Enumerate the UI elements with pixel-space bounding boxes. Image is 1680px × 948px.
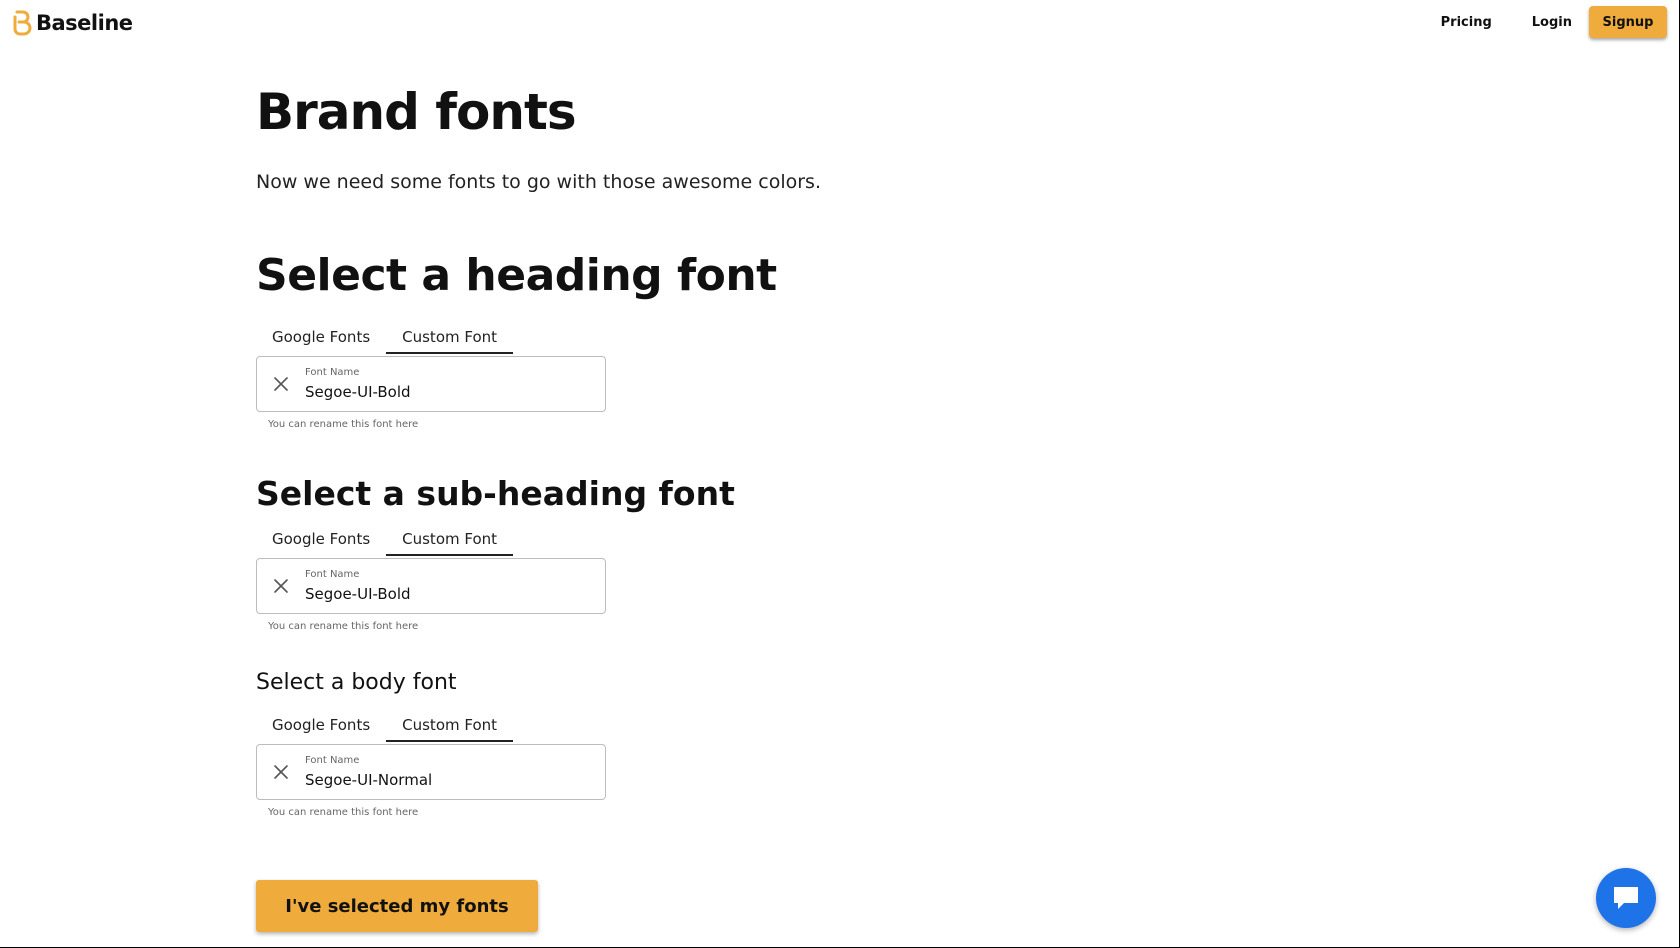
chat-bubble-icon	[1614, 887, 1638, 909]
brand-logo[interactable]: Baseline	[12, 9, 133, 37]
close-icon[interactable]	[269, 372, 293, 396]
helper-text: You can rename this font here	[268, 807, 419, 818]
nav-login-link[interactable]: Login	[1532, 15, 1572, 30]
body-font-name-input[interactable]	[305, 769, 595, 791]
subheading-font-name-input[interactable]	[305, 583, 595, 605]
tab-google-fonts[interactable]: Google Fonts	[256, 324, 386, 354]
page-title: Brand fonts	[256, 83, 577, 141]
nav-links: Pricing Login	[1441, 6, 1572, 38]
brand-name: Baseline	[36, 11, 133, 35]
baseline-logo-icon	[13, 10, 32, 36]
chat-button[interactable]	[1596, 868, 1656, 928]
subheading-font-tabs: Google Fonts Custom Font	[256, 526, 514, 556]
tab-custom-font[interactable]: Custom Font	[386, 526, 514, 556]
heading-font-name-input[interactable]	[305, 381, 595, 403]
heading-font-section-title: Select a heading font	[256, 250, 777, 301]
font-name-label: Font Name	[305, 755, 360, 766]
font-name-label: Font Name	[305, 367, 360, 378]
helper-text: You can rename this font here	[268, 419, 419, 430]
subheading-font-section-title: Select a sub-heading font	[256, 474, 735, 513]
helper-text: You can rename this font here	[268, 621, 419, 632]
signup-button[interactable]: Signup	[1589, 6, 1667, 38]
heading-font-tabs: Google Fonts Custom Font	[256, 324, 514, 354]
font-name-label: Font Name	[305, 569, 360, 580]
heading-font-name-field: Font Name	[256, 356, 606, 412]
submit-fonts-button[interactable]: I've selected my fonts	[256, 880, 538, 932]
page-subtitle: Now we need some fonts to go with those …	[256, 171, 821, 193]
close-icon[interactable]	[269, 574, 293, 598]
body-font-tabs: Google Fonts Custom Font	[256, 712, 514, 742]
body-font-section-title: Select a body font	[256, 670, 457, 695]
body-font-name-field: Font Name	[256, 744, 606, 800]
tab-google-fonts[interactable]: Google Fonts	[256, 526, 386, 556]
nav-pricing-link[interactable]: Pricing	[1441, 15, 1492, 30]
page: Baseline Pricing Login Signup Brand font…	[0, 0, 1680, 948]
subheading-font-name-field: Font Name	[256, 558, 606, 614]
close-icon[interactable]	[269, 760, 293, 784]
tab-custom-font[interactable]: Custom Font	[386, 712, 514, 742]
tab-google-fonts[interactable]: Google Fonts	[256, 712, 386, 742]
tab-custom-font[interactable]: Custom Font	[386, 324, 514, 354]
